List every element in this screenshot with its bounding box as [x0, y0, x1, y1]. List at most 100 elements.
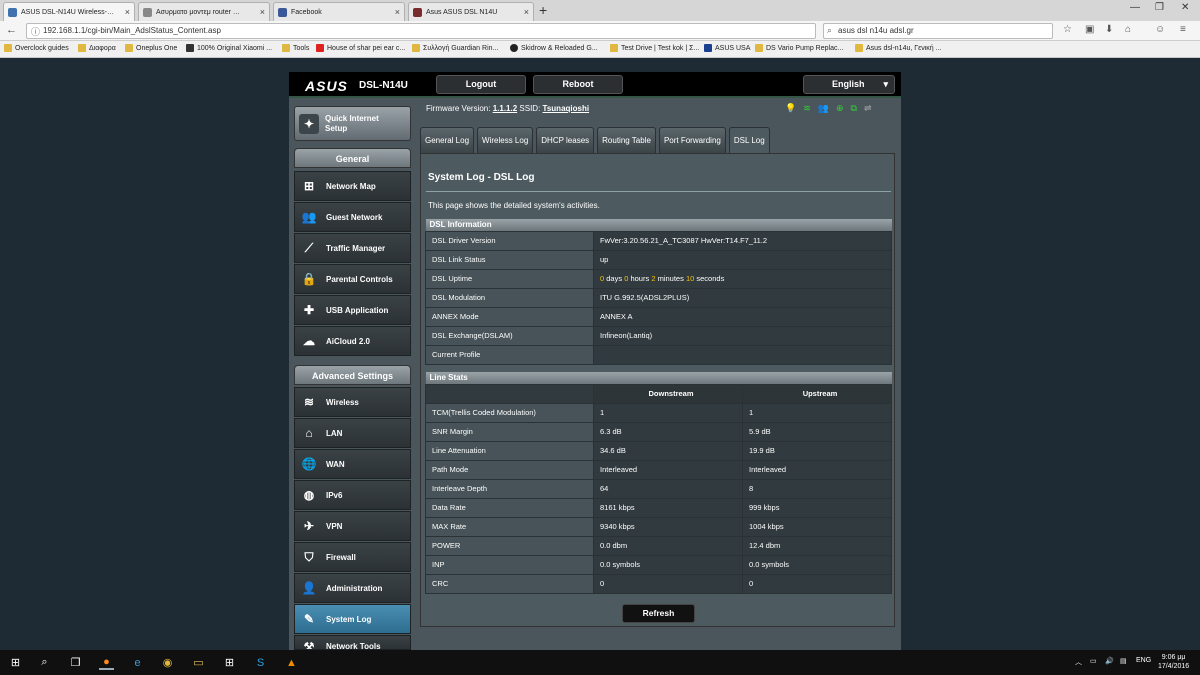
firmware-link[interactable]: 1.1.1.2 [493, 104, 517, 113]
traffic-graph-icon: ⟋ [304, 240, 314, 255]
tab-dhcp-leases[interactable]: DHCP leases [536, 127, 595, 153]
copy-icon[interactable]: ⧉ [851, 103, 857, 114]
browser-tab[interactable]: Ασυρματο μοντεμ router … × [138, 2, 270, 21]
chrome-icon[interactable]: ◉ [160, 655, 175, 670]
search-input[interactable]: ⌕ asus dsl n14u adsl.gr [823, 23, 1053, 39]
sidebar-item-administration[interactable]: 👤 Administration [294, 573, 411, 603]
bookmark-item[interactable]: Asus dsl-n14u, Γενική ... [855, 44, 941, 52]
bookmark-item[interactable]: 100% Original Xiaomi ... [186, 44, 272, 52]
sidebar-item-firewall[interactable]: ⛉ Firewall [294, 542, 411, 572]
log-icon: ✎ [303, 612, 315, 626]
firefox-icon[interactable]: ● [99, 655, 114, 670]
close-tab-icon[interactable]: × [260, 7, 265, 17]
dsl-info-table: DSL Information DSL Driver Version FwVer:… [425, 219, 892, 365]
puzzle-icon: ✚ [303, 303, 315, 317]
sidebar-item-ipv6[interactable]: ◍ IPv6 [294, 480, 411, 510]
table-row: SNR Margin 6.3 dB 5.9 dB [425, 421, 892, 442]
maximize-icon[interactable]: ❐ [1155, 2, 1164, 13]
windows-start-icon[interactable]: ⊞ [8, 655, 23, 670]
sidebar-item-parental-controls[interactable]: 🔒 Parental Controls [294, 264, 411, 294]
bookmark-item[interactable]: DS Vario Pump Replac... [755, 44, 843, 52]
tab-dsl-log[interactable]: DSL Log [728, 127, 770, 153]
language-select[interactable]: English ▾ [803, 75, 895, 94]
download-icon[interactable]: ⬇ [1105, 24, 1113, 35]
back-icon[interactable]: ← [6, 24, 17, 36]
language-indicator[interactable]: ENG [1136, 657, 1151, 664]
usb-icon[interactable]: ⇌ [864, 103, 872, 114]
skype-icon[interactable]: S [253, 655, 268, 670]
clock[interactable]: 9:06 μμ 17/4/2016 [1158, 653, 1189, 671]
logout-button[interactable]: Logout [436, 75, 526, 94]
tab-port-forwarding[interactable]: Port Forwarding [658, 127, 726, 153]
search-icon[interactable]: ⌕ [37, 655, 52, 670]
page-title: System Log - DSL Log [428, 172, 535, 183]
file-explorer-icon[interactable]: ▭ [191, 655, 206, 670]
tray-chevron-icon[interactable]: ︿ [1075, 657, 1082, 667]
quick-internet-setup-button[interactable]: ✦ Quick Internet Setup [294, 106, 411, 141]
table-row: MAX Rate 9340 kbps 1004 kbps [425, 516, 892, 537]
reboot-button[interactable]: Reboot [533, 75, 623, 94]
clipboard-icon[interactable]: ▣ [1085, 24, 1094, 35]
dsl-uptime-value: 0 days 0 hours 2 minutes 10 seconds [593, 268, 892, 289]
tab-routing-table[interactable]: Routing Table [597, 127, 656, 153]
url-input[interactable]: ⓘ 192.168.1.1/cgi-bin/Main_AdslStatus_Con… [26, 23, 816, 39]
bookmark-item[interactable]: House of shar pei ear c... [316, 44, 405, 52]
tab-wireless-log[interactable]: Wireless Log [477, 127, 534, 153]
bookmark-item[interactable]: Συλλογή Guardian Rin... [412, 44, 498, 52]
clients-icon[interactable]: 👥 [818, 103, 829, 114]
sidebar-item-usb-application[interactable]: ✚ USB Application [294, 295, 411, 325]
upstream-header: Upstream [742, 383, 892, 404]
store-icon[interactable]: ⊞ [222, 655, 237, 670]
volume-icon[interactable]: 🔊 [1105, 657, 1114, 665]
search-icon: ⌕ [827, 25, 833, 35]
task-view-icon[interactable]: ❐ [68, 655, 83, 670]
home-icon[interactable]: ⌂ [1125, 24, 1131, 35]
shield-icon: ⛉ [304, 549, 314, 564]
internet-icon[interactable]: ⊕ [836, 103, 844, 114]
sidebar-item-system-log[interactable]: ✎ System Log [294, 604, 411, 634]
close-tab-icon[interactable]: × [524, 7, 529, 17]
sidebar-item-lan[interactable]: ⌂ LAN [294, 418, 411, 448]
tab-general-log[interactable]: General Log [420, 127, 475, 153]
bookmark-item[interactable]: Overclock guides [4, 44, 69, 52]
browser-tab[interactable]: Facebook × [273, 2, 405, 21]
minimize-icon[interactable]: — [1130, 2, 1140, 13]
close-window-icon[interactable]: ✕ [1181, 2, 1189, 13]
close-tab-icon[interactable]: × [395, 7, 400, 17]
menu-icon[interactable]: ≡ [1180, 24, 1186, 35]
ssid-link[interactable]: Tsunaqioshi [543, 104, 590, 113]
smiley-icon[interactable]: ☺ [1155, 24, 1165, 35]
sidebar-item-traffic-manager[interactable]: ⟋ Traffic Manager [294, 233, 411, 263]
wand-icon: ✦ [299, 113, 319, 134]
sidebar-item-network-map[interactable]: ⊞ Network Map [294, 171, 411, 201]
vlc-icon[interactable]: ▲ [284, 655, 299, 670]
new-tab-icon[interactable]: + [539, 2, 547, 18]
table-row: DSL Uptime 0 days 0 hours 2 minutes 10 se… [425, 268, 892, 289]
sidebar-item-wan[interactable]: 🌐 WAN [294, 449, 411, 479]
close-tab-icon[interactable]: × [125, 7, 130, 17]
taskbar: ⊞ ⌕ ❐ ● e ◉ ▭ ⊞ S ▲ ︿ ▭ 🔊 ▤ ENG 9:06 μμ 1… [0, 650, 1200, 675]
bookmark-item[interactable]: Skidrow & Reloaded G... [510, 44, 598, 52]
bookmark-item[interactable]: Test Drive | Test kok | Σ... [610, 44, 699, 52]
wifi-status-icon[interactable]: ≋ [803, 103, 811, 114]
browser-tab[interactable]: Asus ASUS DSL N14U × [408, 2, 534, 21]
sidebar-item-wireless[interactable]: ≋ Wireless [294, 387, 411, 417]
network-icon[interactable]: ▭ [1090, 657, 1097, 665]
sidebar-item-aicloud[interactable]: ☁ AiCloud 2.0 [294, 326, 411, 356]
star-icon[interactable]: ☆ [1063, 24, 1072, 35]
favicon-icon [278, 7, 287, 17]
bookmark-item[interactable]: Oneplus One [125, 44, 177, 52]
browser-tab[interactable]: ASUS DSL-N14U Wireless-… × [3, 2, 135, 21]
table-row: DSL Exchange(DSLAM) Infineon(Lantiq) [425, 325, 892, 346]
sidebar-item-vpn[interactable]: ✈ VPN [294, 511, 411, 541]
sidebar-item-network-tools[interactable]: ⚒ Network Tools [294, 635, 411, 650]
refresh-button[interactable]: Refresh [622, 604, 695, 623]
sidebar-item-guest-network[interactable]: 👥 Guest Network [294, 202, 411, 232]
edge-icon[interactable]: e [130, 655, 145, 670]
bookmark-item[interactable]: ASUS USA [704, 44, 750, 52]
notification-icon[interactable]: ▤ [1120, 657, 1127, 665]
bookmark-item[interactable]: Tools [282, 44, 309, 52]
bookmark-item[interactable]: Διαφορα [78, 44, 116, 52]
favicon-icon [413, 7, 422, 17]
bulb-icon[interactable]: 💡 [785, 103, 796, 114]
